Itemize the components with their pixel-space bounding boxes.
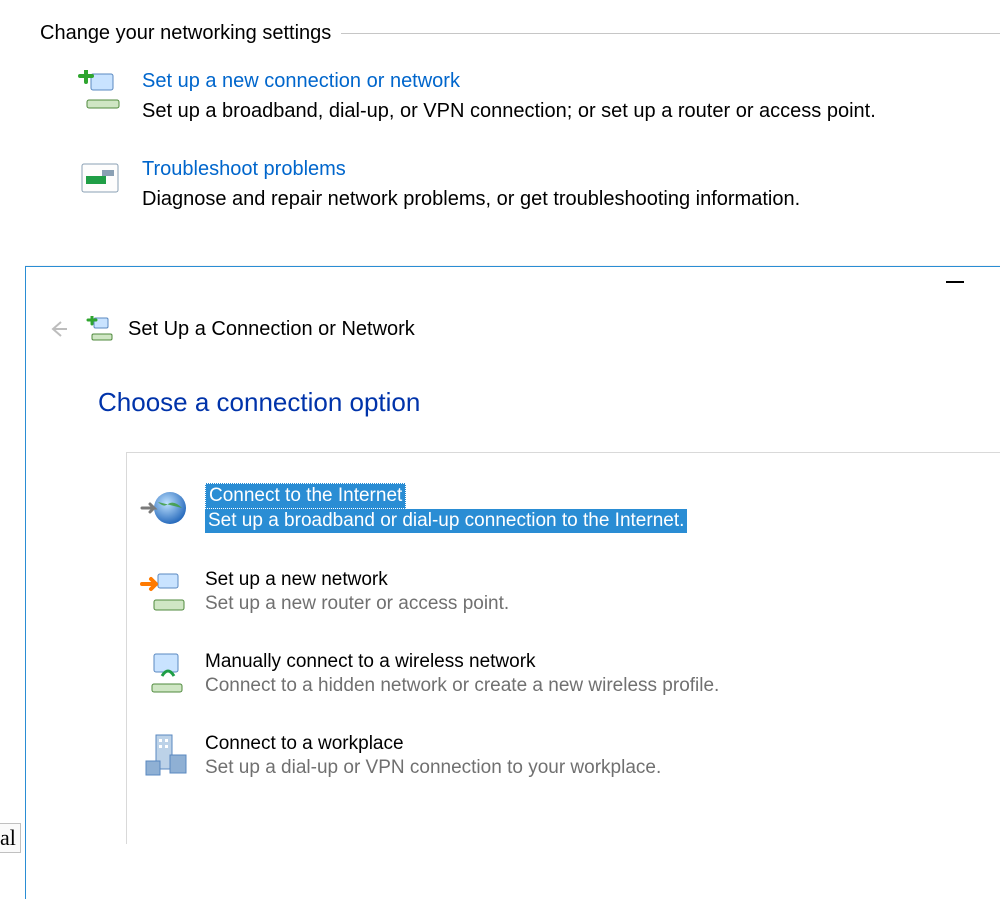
section-header: Change your networking settings bbox=[40, 22, 1000, 45]
option-desc: Set up a broadband or dial-up connection… bbox=[205, 509, 687, 533]
option-title: Set up a new network bbox=[205, 568, 509, 592]
setup-connection-title[interactable]: Set up a new connection or network bbox=[142, 67, 876, 95]
setup-connection-icon bbox=[76, 67, 124, 115]
minimize-icon[interactable] bbox=[946, 281, 964, 283]
option-connect-internet[interactable]: Connect to the Internet Set up a broadba… bbox=[137, 473, 990, 558]
network-settings-section: Change your networking settings Set up a… bbox=[0, 0, 1000, 213]
option-title: Connect to the Internet bbox=[205, 483, 406, 509]
option-manual-wireless[interactable]: Manually connect to a wireless network C… bbox=[137, 640, 990, 722]
troubleshoot-desc: Diagnose and repair network problems, or… bbox=[142, 185, 800, 213]
wireless-icon bbox=[137, 650, 193, 698]
option-desc: Set up a new router or access point. bbox=[205, 592, 509, 616]
section-title: Change your networking settings bbox=[40, 22, 341, 45]
option-setup-network[interactable]: Set up a new network Set up a new router… bbox=[137, 558, 990, 640]
globe-icon bbox=[137, 485, 193, 533]
option-desc: Connect to a hidden network or create a … bbox=[205, 674, 719, 698]
option-title: Connect to a workplace bbox=[205, 732, 661, 756]
setup-connection-item[interactable]: Set up a new connection or network Set u… bbox=[76, 67, 1000, 125]
option-title: Manually connect to a wireless network bbox=[205, 650, 719, 674]
router-icon bbox=[137, 568, 193, 616]
troubleshoot-item[interactable]: Troubleshoot problems Diagnose and repai… bbox=[76, 155, 1000, 213]
wizard-options-list: Connect to the Internet Set up a broadba… bbox=[126, 452, 1000, 844]
option-desc: Set up a dial-up or VPN connection to yo… bbox=[205, 756, 661, 780]
wizard-heading: Choose a connection option bbox=[98, 387, 1000, 418]
connection-wizard-window: Set Up a Connection or Network Choose a … bbox=[25, 266, 1000, 899]
wizard-breadcrumb: Set Up a Connection or Network bbox=[26, 311, 1000, 343]
workplace-icon bbox=[137, 732, 193, 780]
wizard-titlebar bbox=[26, 267, 1000, 311]
cropped-fragment: al bbox=[0, 823, 21, 853]
troubleshoot-icon bbox=[76, 155, 124, 203]
option-workplace[interactable]: Connect to a workplace Set up a dial-up … bbox=[137, 722, 990, 804]
setup-connection-desc: Set up a broadband, dial-up, or VPN conn… bbox=[142, 97, 876, 125]
wizard-title: Set Up a Connection or Network bbox=[128, 318, 415, 341]
header-rule bbox=[341, 33, 1000, 34]
back-arrow-icon[interactable] bbox=[44, 315, 72, 343]
troubleshoot-title[interactable]: Troubleshoot problems bbox=[142, 155, 800, 183]
wizard-title-icon bbox=[86, 316, 114, 342]
